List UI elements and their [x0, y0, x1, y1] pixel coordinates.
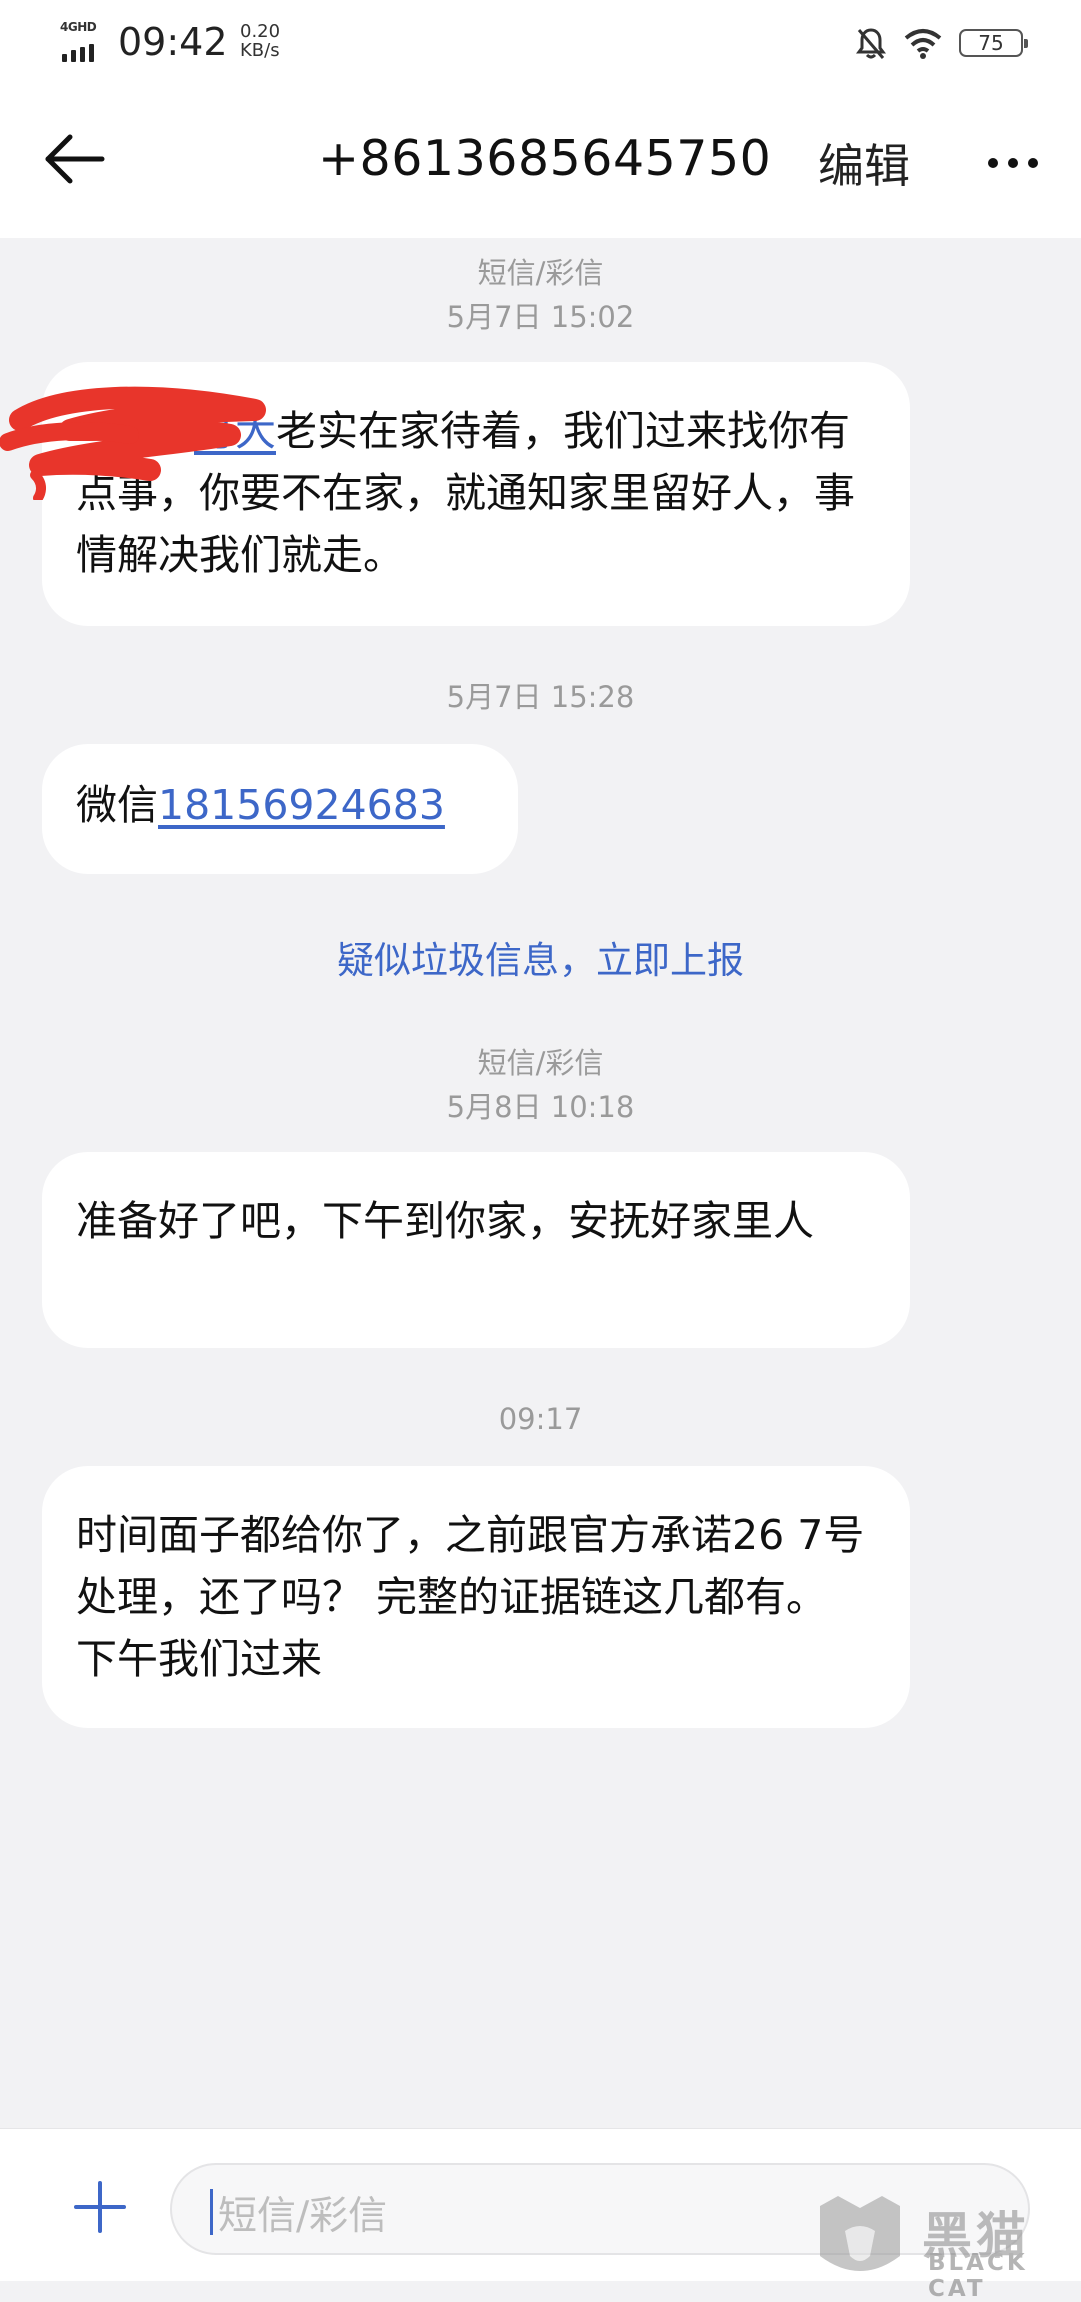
- message-text: 微信: [76, 781, 158, 829]
- message-bubble[interactable]: 微信18156924683: [42, 744, 518, 874]
- battery-icon: 75: [959, 29, 1028, 57]
- report-spam-link[interactable]: 疑似垃圾信息，立即上报: [0, 930, 1081, 984]
- network-speed: 0.20 KB/s: [240, 21, 281, 61]
- message-type-label: 短信/彩信: [477, 1046, 604, 1080]
- conversation-header: +8613685645750 编辑: [0, 84, 1081, 238]
- message-timestamp: 5月7日 15:28: [446, 680, 635, 714]
- cat-logo-icon: [820, 2196, 900, 2271]
- status-bar: 4GHD 09:42 0.20 KB/s 75: [0, 0, 1081, 84]
- input-placeholder: 短信/彩信: [218, 2194, 388, 2239]
- network-type: 4GHD: [60, 20, 97, 34]
- message-text: 准备好了吧，下午到你家，安抚好家里人: [76, 1197, 814, 1245]
- back-arrow-icon[interactable]: [40, 124, 110, 194]
- clock: 09:42: [118, 20, 228, 64]
- message-timestamp: 5月7日 15:02: [446, 300, 635, 334]
- phone-link[interactable]: 18156924683: [158, 781, 445, 829]
- message-type-label: 短信/彩信: [477, 256, 604, 290]
- watermark-text: BLACK CAT: [928, 2250, 1028, 2302]
- redaction-scribble: [0, 386, 266, 500]
- bell-muted-icon: [856, 28, 886, 59]
- contact-number[interactable]: +8613685645750: [318, 130, 771, 187]
- more-icon[interactable]: [978, 128, 1048, 198]
- plus-icon[interactable]: [70, 2177, 130, 2237]
- text-caret: [210, 2189, 213, 2235]
- message-timestamp: 5月8日 10:18: [446, 1090, 635, 1124]
- message-bubble[interactable]: 准备好了吧，下午到你家，安抚好家里人: [42, 1152, 910, 1348]
- message-bubble[interactable]: 时间面子都给你了，之前跟官方承诺26 7号处理，还了吗？ 完整的证据链这几都有。…: [42, 1466, 910, 1728]
- message-timestamp: 09:17: [498, 1402, 583, 1436]
- message-text: 时间面子都给你了，之前跟官方承诺26 7号处理，还了吗？ 完整的证据链这几都有。…: [76, 1511, 865, 1683]
- signal-icon: 4GHD: [60, 20, 106, 62]
- edit-button[interactable]: 编辑: [818, 130, 910, 196]
- wifi-icon: [904, 29, 942, 59]
- watermark-logo: 黑猫 BLACK CAT: [810, 2196, 1080, 2302]
